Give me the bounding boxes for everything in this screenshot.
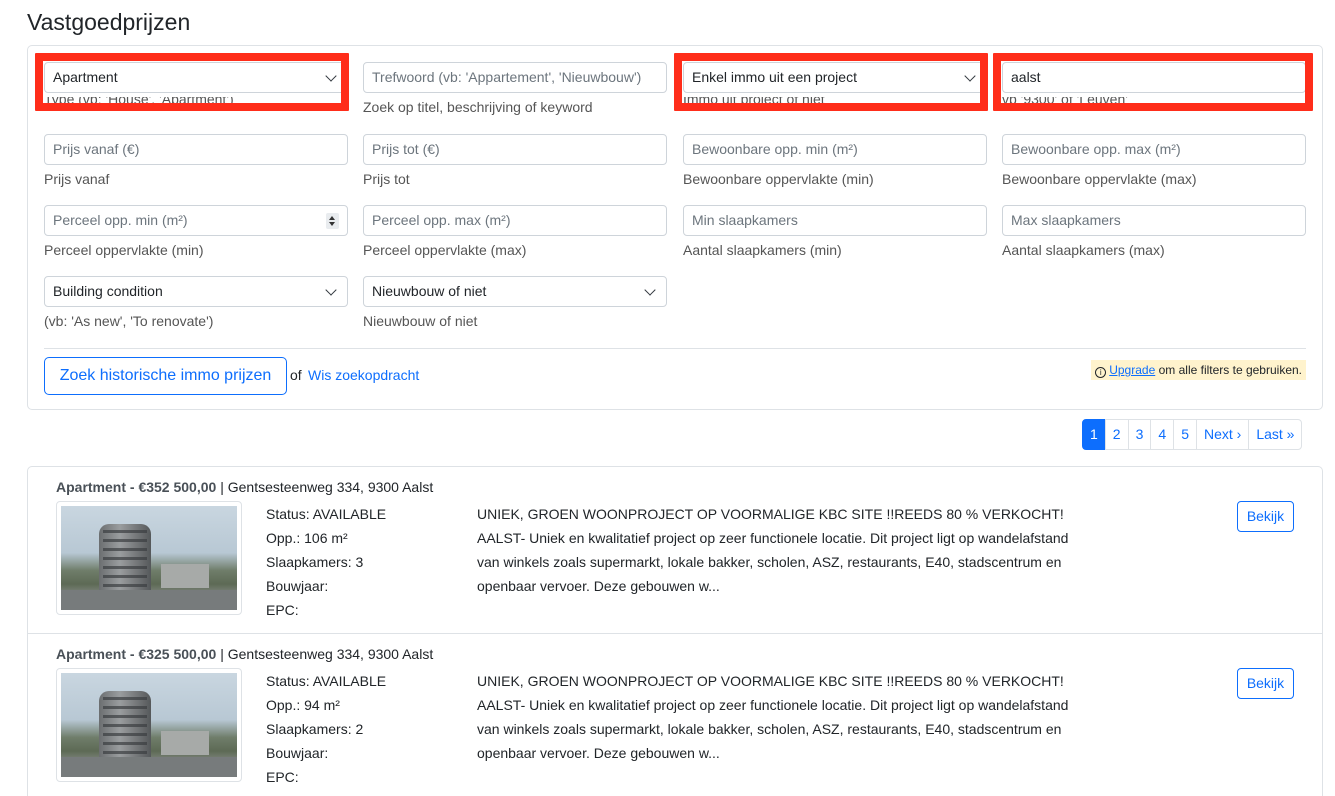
- price-max-input[interactable]: Prijs tot (€): [363, 134, 667, 165]
- list-item: Apartment - €352 500,00 | Gentsesteenweg…: [28, 467, 1322, 633]
- price-min-input[interactable]: Prijs vanaf (€): [44, 134, 348, 165]
- condition-select[interactable]: Building condition: [44, 276, 348, 307]
- newbuild-select[interactable]: Nieuwbouw of niet: [363, 276, 667, 307]
- last-page-link[interactable]: Last »: [1248, 419, 1303, 450]
- status-text: Status: AVAILABLE: [266, 673, 387, 689]
- highlight-box: [993, 53, 1313, 111]
- or-text: of: [290, 367, 302, 383]
- next-page-link[interactable]: Next ›: [1195, 419, 1250, 450]
- result-heading: Apartment - €352 500,00 | Gentsesteenweg…: [56, 479, 433, 495]
- stepper-icon[interactable]: [326, 213, 339, 229]
- search-button[interactable]: Zoek historische immo prijzen: [44, 357, 287, 395]
- highlight-box: [35, 53, 349, 111]
- result-description: UNIEK, GROEN WOONPROJECT OP VOORMALIGE K…: [477, 506, 1069, 594]
- newbuild-field: Nieuwbouw of niet Nieuwbouw of niet: [363, 276, 667, 330]
- year-text: Bouwjaar:: [266, 745, 329, 761]
- keyword-help: Zoek op titel, beschrijving of keyword: [363, 99, 593, 115]
- view-button[interactable]: Bekijk: [1237, 668, 1294, 699]
- result-title: Apartment - €325 500,00: [56, 646, 217, 662]
- bedrooms-min-field: Min slaapkamers Aantal slaapkamers (min): [683, 205, 987, 259]
- result-facts: Status: AVAILABLE Opp.: 94 m² Slaapkamer…: [266, 669, 386, 789]
- living-area-min-input[interactable]: Bewoonbare opp. min (m²): [683, 134, 987, 165]
- year-text: Bouwjaar:: [266, 578, 329, 594]
- epc-text: EPC:: [266, 602, 299, 618]
- bedrooms-max-help: Aantal slaapkamers (max): [1002, 242, 1165, 258]
- page-link-4[interactable]: 4: [1150, 419, 1175, 450]
- condition-field: Building condition (vb: 'As new', 'To re…: [44, 276, 348, 330]
- price-min-help: Prijs vanaf: [44, 171, 110, 187]
- bedrooms-min-input[interactable]: Min slaapkamers: [683, 205, 987, 236]
- info-icon: i: [1095, 367, 1107, 378]
- plot-area-min-input[interactable]: Perceel opp. min (m²): [44, 205, 348, 236]
- results-list: Apartment - €352 500,00 | Gentsesteenweg…: [27, 466, 1323, 796]
- bedrooms-max-input[interactable]: Max slaapkamers: [1002, 205, 1306, 236]
- plot-area-max-input[interactable]: Perceel opp. max (m²): [363, 205, 667, 236]
- bedrooms-text: Slaapkamers: 3: [266, 554, 364, 570]
- living-area-max-field: Bewoonbare opp. max (m²) Bewoonbare oppe…: [1002, 134, 1306, 188]
- living-area-min-field: Bewoonbare opp. min (m²) Bewoonbare oppe…: [683, 134, 987, 188]
- price-min-field: Prijs vanaf (€) Prijs vanaf: [44, 134, 348, 188]
- bedrooms-max-field: Max slaapkamers Aantal slaapkamers (max): [1002, 205, 1306, 259]
- bedrooms-text: Slaapkamers: 2: [266, 721, 364, 737]
- living-area-min-help: Bewoonbare oppervlakte (min): [683, 171, 874, 187]
- list-item: Apartment - €325 500,00 | Gentsesteenweg…: [28, 633, 1322, 796]
- highlight-box: [674, 53, 988, 111]
- condition-help: (vb: 'As new', 'To renovate'): [44, 313, 214, 329]
- page-link-1[interactable]: 1: [1082, 419, 1106, 450]
- property-image: [61, 673, 237, 777]
- living-area-max-input[interactable]: Bewoonbare opp. max (m²): [1002, 134, 1306, 165]
- upgrade-notice: i Upgrade om alle filters te gebruiken.: [1091, 360, 1306, 380]
- page-link-2[interactable]: 2: [1104, 419, 1129, 450]
- keyword-field: Trefwoord (vb: 'Appartement', 'Nieuwbouw…: [363, 62, 667, 116]
- upgrade-text: om alle filters te gebruiken.: [1158, 363, 1302, 377]
- result-description: UNIEK, GROEN WOONPROJECT OP VOORMALIGE K…: [477, 673, 1069, 761]
- area-text: Opp.: 94 m²: [266, 697, 340, 713]
- page-link-5[interactable]: 5: [1173, 419, 1197, 450]
- plot-area-max-help: Perceel oppervlakte (max): [363, 242, 527, 258]
- property-thumbnail[interactable]: [56, 668, 242, 782]
- living-area-max-help: Bewoonbare oppervlakte (max): [1002, 171, 1197, 187]
- view-button[interactable]: Bekijk: [1237, 501, 1294, 532]
- price-max-help: Prijs tot: [363, 171, 410, 187]
- status-text: Status: AVAILABLE: [266, 506, 387, 522]
- form-divider: [44, 348, 1306, 349]
- epc-text: EPC:: [266, 769, 299, 785]
- plot-area-min-field: Perceel opp. min (m²) Perceel oppervlakt…: [44, 205, 348, 259]
- plot-area-min-help: Perceel oppervlakte (min): [44, 242, 204, 258]
- property-thumbnail[interactable]: [56, 501, 242, 615]
- result-title: Apartment - €352 500,00: [56, 479, 217, 495]
- newbuild-help: Nieuwbouw of niet: [363, 313, 478, 329]
- pagination: 1 2 3 4 5 Next › Last »: [1082, 419, 1303, 450]
- price-max-field: Prijs tot (€) Prijs tot: [363, 134, 667, 188]
- area-text: Opp.: 106 m²: [266, 530, 348, 546]
- page-title: Vastgoedprijzen: [27, 9, 191, 35]
- page-link-3[interactable]: 3: [1127, 419, 1152, 450]
- clear-search-link[interactable]: Wis zoekopdracht: [308, 367, 419, 383]
- result-facts: Status: AVAILABLE Opp.: 106 m² Slaapkame…: [266, 502, 386, 622]
- keyword-input[interactable]: Trefwoord (vb: 'Appartement', 'Nieuwbouw…: [363, 62, 667, 93]
- bedrooms-min-help: Aantal slaapkamers (min): [683, 242, 842, 258]
- property-image: [61, 506, 237, 610]
- result-heading: Apartment - €325 500,00 | Gentsesteenweg…: [56, 646, 433, 662]
- result-address: | Gentsesteenweg 334, 9300 Aalst: [220, 479, 434, 495]
- plot-area-max-field: Perceel opp. max (m²) Perceel oppervlakt…: [363, 205, 667, 259]
- result-address: | Gentsesteenweg 334, 9300 Aalst: [220, 646, 434, 662]
- upgrade-link[interactable]: Upgrade: [1109, 363, 1155, 377]
- plot-area-min-placeholder: Perceel opp. min (m²): [53, 212, 188, 228]
